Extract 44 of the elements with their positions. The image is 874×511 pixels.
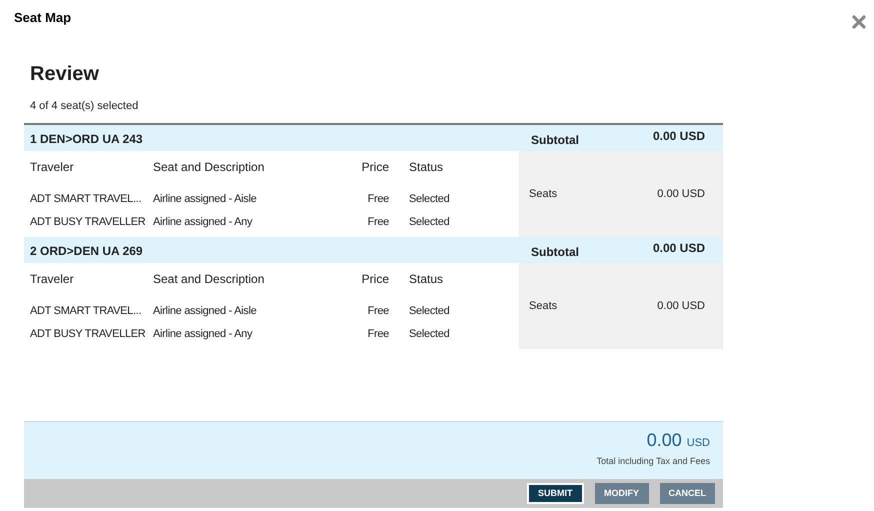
segment-title: 1 DEN>ORD UA 243 (29, 131, 144, 148)
column-header: Traveler (29, 271, 75, 288)
segment-title: 2 ORD>DEN UA 269 (29, 243, 144, 260)
table-cell-text: Selected (408, 192, 450, 208)
action-button[interactable]: MODIFY (594, 483, 648, 504)
table-cell-text: ADT SMART TRAVEL... (29, 192, 142, 208)
window-title: Seat Map (14, 9, 72, 28)
table-cell-text: ADT SMART TRAVEL... (29, 304, 142, 320)
seats-amount: 0.00 USD (657, 298, 705, 314)
table-cell-text: ADT BUSY TRAVELLER (29, 215, 146, 230)
total-currency: USD (686, 436, 710, 451)
action-button[interactable]: SUBMIT (527, 483, 584, 504)
table-cell-text: Free (366, 304, 389, 320)
subtotal-amount: 0.00 USD (652, 240, 705, 257)
action-button[interactable]: CANCEL (660, 483, 715, 504)
subtotal-label: Subtotal (531, 132, 579, 149)
review-heading: Review (30, 62, 100, 86)
table-cell-text: Selected (408, 304, 450, 320)
table-cell-text: ADT BUSY TRAVELLER (29, 327, 146, 342)
table-cell-text: Selected (408, 215, 450, 230)
seats-label: Seats (529, 298, 558, 314)
table-cell-text: Free (366, 215, 389, 230)
total-amount: 0.00 (646, 429, 682, 452)
table-cell-text: Selected (408, 327, 450, 342)
selection-summary: 4 of 4 seat(s) selected (30, 99, 140, 113)
table-cell-text: Airline assigned - Aisle (153, 192, 258, 208)
column-header: Price (360, 271, 389, 288)
column-header: Traveler (29, 159, 75, 176)
column-header: Price (360, 159, 389, 176)
seats-label: Seats (529, 186, 558, 202)
table-cell-text: Airline assigned - Any (153, 327, 254, 342)
subtotal-amount: 0.00 USD (652, 128, 705, 145)
column-header: Seat and Description (153, 159, 266, 176)
column-header: Status (408, 271, 444, 288)
total-note: Total including Tax and Fees (596, 455, 710, 468)
close-icon[interactable] (852, 15, 866, 29)
seats-amount: 0.00 USD (657, 186, 705, 202)
table-cell-text: Airline assigned - Any (153, 215, 254, 230)
table-cell-text: Airline assigned - Aisle (153, 304, 258, 320)
table-cell-text: Free (366, 327, 389, 342)
column-header: Status (408, 159, 444, 176)
subtotal-label: Subtotal (531, 244, 579, 261)
column-header: Seat and Description (153, 271, 266, 288)
table-cell-text: Free (366, 192, 389, 208)
